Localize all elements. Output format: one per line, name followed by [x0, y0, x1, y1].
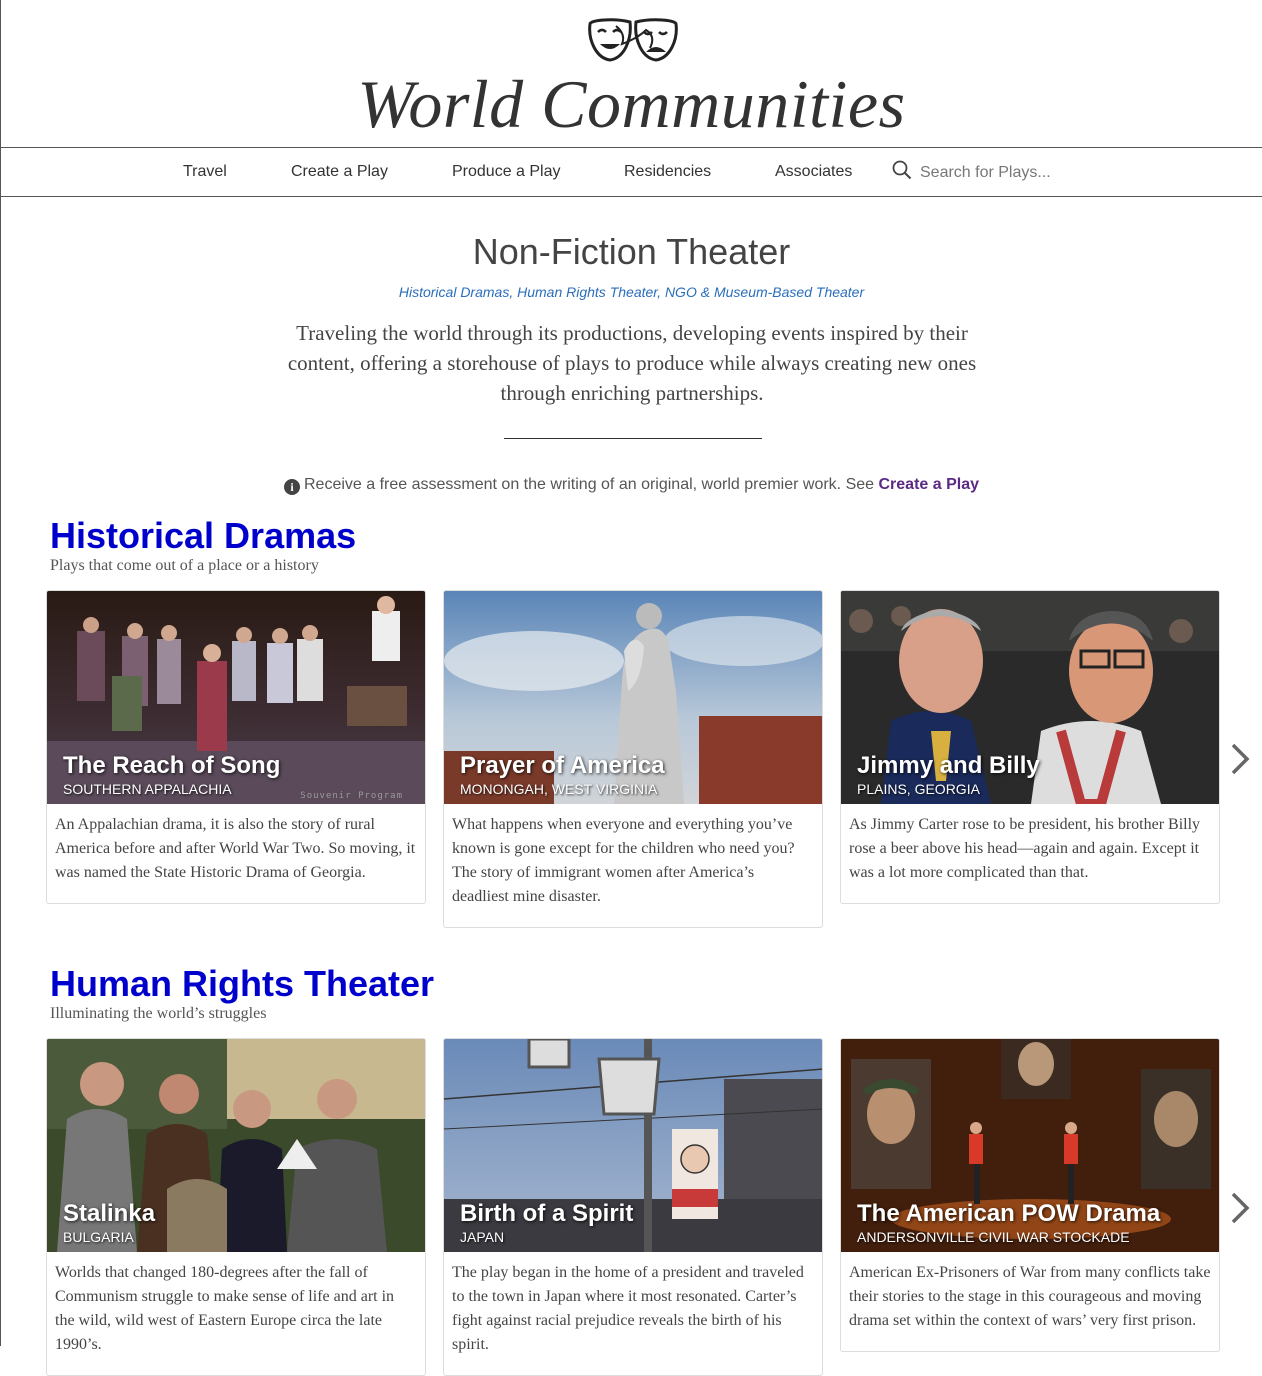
nav-item-create-a-play[interactable]: Create a Play [291, 162, 388, 182]
site-title[interactable]: World Communities [1, 66, 1262, 142]
play-card-location: PLAINS, GEORGIA [857, 781, 980, 797]
play-card-title: Prayer of America [460, 752, 665, 779]
play-card[interactable]: Birth of a Spirit JAPAN The play began i… [443, 1038, 823, 1376]
play-card-title: The American POW Drama [857, 1200, 1161, 1227]
notice-text: Receive a free assessment on the writing… [304, 476, 879, 493]
divider [504, 438, 762, 439]
search-icon[interactable] [892, 160, 912, 185]
play-card-description: American Ex-Prisoners of War from many c… [849, 1264, 1211, 1329]
play-card[interactable]: The American POW Drama ANDERSONVILLE CIV… [840, 1038, 1220, 1352]
main-nav: Travel Create a Play Produce a Play Resi… [1, 148, 1262, 197]
play-card[interactable]: Stalinka BULGARIA Worlds that changed 18… [46, 1038, 426, 1376]
section-title-historical-dramas[interactable]: Historical Dramas [50, 516, 356, 556]
play-card-image: Birth of a Spirit JAPAN [444, 1039, 822, 1252]
play-card-description: What happens when everyone and everythin… [452, 816, 795, 905]
play-card-image: The Reach of Song SOUTHERN APPALACHIA So… [47, 591, 425, 804]
carousel-next-arrow-icon[interactable] [1229, 742, 1251, 776]
play-card-image: The American POW Drama ANDERSONVILLE CIV… [841, 1039, 1219, 1252]
play-card[interactable]: The Reach of Song SOUTHERN APPALACHIA So… [46, 590, 426, 904]
section-subtitle: Plays that come out of a place or a hist… [50, 557, 319, 574]
play-card[interactable]: Prayer of America MONONGAH, WEST VIRGINI… [443, 590, 823, 928]
play-card-location: JAPAN [460, 1229, 505, 1245]
play-card-location: BULGARIA [63, 1229, 134, 1245]
carousel-next-arrow-icon[interactable] [1229, 1191, 1251, 1225]
page-subtitle-links[interactable]: Historical Dramas, Human Rights Theater,… [1, 284, 1262, 300]
site-header: World Communities [1, 0, 1262, 148]
nav-item-associates[interactable]: Associates [775, 162, 852, 182]
search-box [892, 160, 1122, 185]
nav-item-residencies[interactable]: Residencies [624, 162, 711, 182]
nav-item-travel[interactable]: Travel [183, 162, 227, 182]
play-card-image: Prayer of America MONONGAH, WEST VIRGINI… [444, 591, 822, 804]
souvenir-program-overlay: Souvenir Program [300, 791, 403, 801]
play-card-image: Jimmy and Billy PLAINS, GEORGIA [841, 591, 1219, 804]
play-card-title: Stalinka [63, 1200, 156, 1227]
play-card-location: SOUTHERN APPALACHIA [63, 781, 232, 797]
section-subtitle: Illuminating the world’s struggles [50, 1005, 267, 1022]
play-card-description: The play began in the home of a presiden… [452, 1264, 804, 1353]
play-card-description: As Jimmy Carter rose to be president, hi… [849, 816, 1201, 881]
search-input[interactable] [918, 162, 1122, 183]
play-card-image: Stalinka BULGARIA [47, 1039, 425, 1252]
play-card-title: The Reach of Song [63, 752, 281, 779]
theater-masks-logo-icon[interactable] [586, 18, 680, 64]
info-icon: i [284, 479, 300, 495]
play-card-description: Worlds that changed 180-degrees after th… [55, 1264, 395, 1353]
page-description: Traveling the world through its producti… [287, 321, 977, 405]
section-title-human-rights-theater[interactable]: Human Rights Theater [50, 964, 434, 1004]
play-card-location: MONONGAH, WEST VIRGINIA [460, 781, 658, 797]
play-card-description: An Appalachian drama, it is also the sto… [55, 816, 416, 881]
assessment-notice: i Receive a free assessment on the writin… [1, 475, 1262, 495]
play-card-title: Jimmy and Billy [857, 752, 1040, 779]
nav-item-produce-a-play[interactable]: Produce a Play [452, 162, 561, 182]
play-card[interactable]: Jimmy and Billy PLAINS, GEORGIA As Jimmy… [840, 590, 1220, 904]
play-card-title: Birth of a Spirit [460, 1200, 634, 1227]
play-card-location: ANDERSONVILLE CIVIL WAR STOCKADE [857, 1229, 1130, 1245]
page-title: Non-Fiction Theater [472, 231, 791, 272]
create-a-play-link[interactable]: Create a Play [878, 476, 979, 493]
